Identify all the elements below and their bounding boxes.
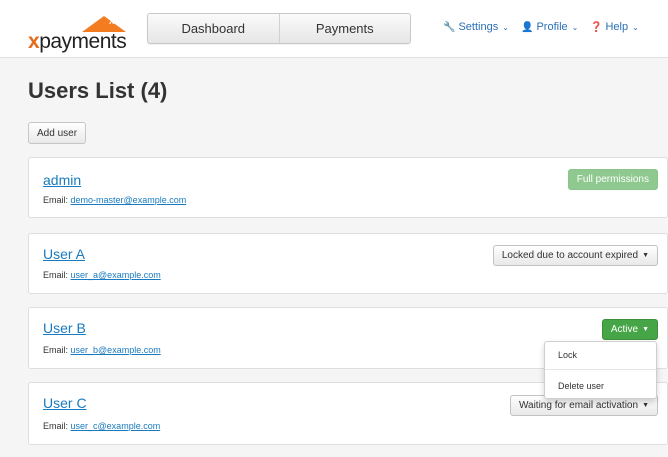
user-card: User A Email: user_a@example.com Locked … bbox=[28, 233, 668, 294]
user-name-link[interactable]: User C bbox=[43, 395, 87, 411]
email-link[interactable]: user_a@example.com bbox=[71, 270, 161, 280]
menu-item-delete-user[interactable]: Delete user bbox=[545, 377, 656, 395]
wrench-icon: 🔧 bbox=[443, 21, 456, 33]
main-nav: Dashboard Payments bbox=[147, 13, 411, 44]
status-button: Full permissions bbox=[567, 169, 658, 190]
help-menu[interactable]: ❓ Help ⌄ bbox=[590, 21, 639, 33]
user-email: Email: user_b@example.com bbox=[43, 345, 161, 355]
email-link[interactable]: user_c@example.com bbox=[71, 421, 161, 431]
chevron-down-icon: ⌄ bbox=[502, 22, 509, 32]
caret-down-icon: ▼ bbox=[642, 252, 649, 259]
logo-wordmark: xpayments bbox=[28, 30, 127, 53]
page-title: Users List (4) bbox=[28, 78, 168, 103]
top-navbar: XP xpayments Dashboard Payments 🔧 Settin… bbox=[0, 0, 668, 58]
user-email: Email: user_a@example.com bbox=[43, 270, 161, 280]
user-email: Email: demo-master@example.com bbox=[43, 195, 187, 205]
caret-down-icon: ▼ bbox=[642, 402, 649, 409]
email-link[interactable]: user_b@example.com bbox=[71, 345, 161, 355]
logo-badge-text: XP bbox=[109, 17, 120, 26]
settings-label: Settings bbox=[458, 21, 499, 33]
question-icon: ❓ bbox=[590, 21, 603, 33]
profile-label: Profile bbox=[536, 21, 568, 33]
user-email: Email: user_c@example.com bbox=[43, 421, 161, 431]
user-name-link[interactable]: admin bbox=[43, 172, 81, 188]
xpayments-logo[interactable]: XP xpayments bbox=[28, 16, 128, 53]
email-link[interactable]: demo-master@example.com bbox=[71, 195, 187, 205]
add-user-button[interactable]: Add user bbox=[28, 122, 87, 144]
status-dropdown-button[interactable]: Locked due to account expired ▼ bbox=[492, 245, 658, 266]
menu-item-lock[interactable]: Lock bbox=[545, 346, 656, 364]
menu-divider bbox=[545, 369, 656, 370]
chevron-down-icon: ⌄ bbox=[632, 22, 639, 32]
status-dropdown-button[interactable]: Active ▼ bbox=[601, 319, 658, 340]
profile-menu[interactable]: 👤 Profile ⌄ bbox=[521, 21, 578, 33]
help-label: Help bbox=[605, 21, 629, 33]
settings-menu[interactable]: 🔧 Settings ⌄ bbox=[443, 21, 509, 33]
caret-down-icon: ▼ bbox=[642, 326, 649, 333]
user-name-link[interactable]: User A bbox=[43, 246, 85, 262]
user-card: admin Email: demo-master@example.com Ful… bbox=[28, 157, 668, 218]
user-icon: 👤 bbox=[521, 21, 534, 33]
tab-dashboard[interactable]: Dashboard bbox=[148, 14, 279, 43]
chevron-down-icon: ⌄ bbox=[571, 22, 579, 32]
user-name-link[interactable]: User B bbox=[43, 320, 86, 336]
status-dropdown-menu: Lock Delete user bbox=[544, 341, 657, 399]
tab-payments[interactable]: Payments bbox=[278, 14, 411, 43]
